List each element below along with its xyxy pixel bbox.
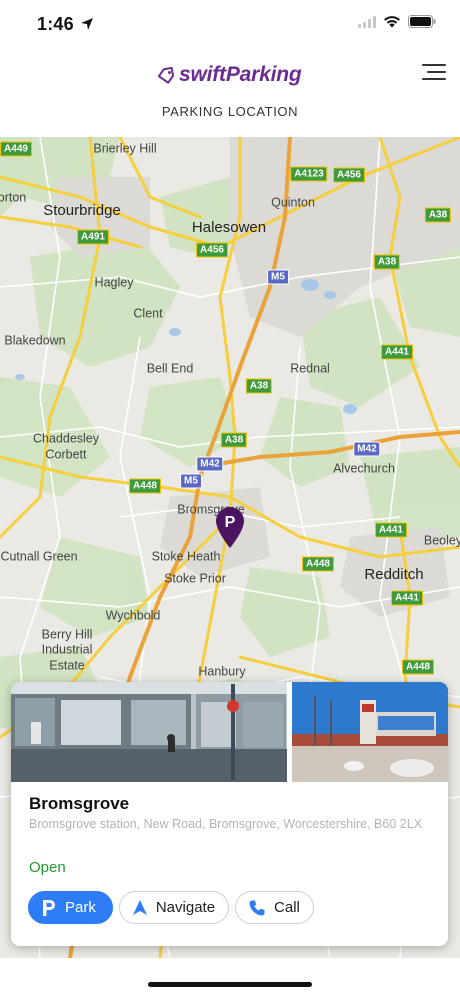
- app-header: swiftParking PARKING LOCATION: [0, 50, 460, 137]
- road-shield: A441: [381, 344, 413, 360]
- place-label: Chaddesley: [32, 431, 100, 446]
- menu-line: [422, 64, 446, 66]
- logo-swift: swift: [179, 63, 226, 86]
- call-button[interactable]: Call: [235, 891, 314, 924]
- place-label: Brierley Hill: [93, 141, 157, 156]
- place-label: Berry Hill: [41, 627, 93, 642]
- place-label: Wychbold: [105, 608, 161, 623]
- place-label: Corbett: [45, 447, 87, 462]
- place-label: Redditch: [364, 566, 424, 583]
- page-title: PARKING LOCATION: [161, 104, 299, 119]
- wifi-icon: [384, 16, 400, 28]
- road-shield: A448: [402, 659, 434, 675]
- road-shield: A38: [373, 254, 401, 270]
- status-time: 1:46: [37, 14, 74, 34]
- menu-line: [427, 71, 446, 73]
- parking-pin-icon[interactable]: P: [214, 505, 246, 549]
- place-label: Bell End: [146, 361, 194, 376]
- place-label: Rednal: [290, 361, 330, 376]
- place-label: Stoke Prior: [164, 571, 226, 586]
- road-shield: M42: [353, 441, 381, 457]
- road-shield: M5: [180, 473, 202, 489]
- road-shield: A38: [424, 207, 452, 223]
- road-shield: A38: [220, 432, 248, 448]
- place-label: orton: [0, 190, 27, 205]
- place-label: Alvechurch: [333, 461, 395, 476]
- location-title: Bromsgrove: [29, 794, 130, 813]
- status-indicators: [358, 15, 436, 28]
- road-shield: A449: [0, 141, 32, 157]
- road-shield: A448: [129, 478, 161, 494]
- road-shield: M5: [267, 269, 289, 285]
- cellular-signal-icon: [358, 15, 376, 28]
- station-exterior-photo[interactable]: [292, 682, 448, 782]
- action-buttons: Park Navigate Call: [28, 891, 314, 924]
- road-shield: A456: [196, 242, 228, 258]
- call-label: Call: [274, 899, 300, 916]
- place-label: Industrial: [41, 642, 93, 657]
- place-label: Halesowen: [191, 219, 267, 236]
- app-logo: swiftParking: [156, 58, 302, 92]
- battery-icon: [408, 15, 436, 28]
- place-label: Stoke Heath: [151, 549, 221, 564]
- navigate-label: Navigate: [155, 899, 216, 916]
- road-shield: M42: [196, 456, 224, 472]
- location-photos: [11, 682, 448, 782]
- location-card[interactable]: Bromsgrove Bromsgrove station, New Road,…: [11, 682, 448, 946]
- place-label: Cutnall Green: [0, 549, 78, 564]
- logo-text: swiftParking: [179, 63, 302, 87]
- road-shield: A441: [391, 590, 423, 606]
- parking-p-icon: [43, 899, 55, 916]
- station-photo[interactable]: [11, 682, 287, 782]
- tag-logo-icon: [157, 66, 175, 84]
- place-label: Hagley: [94, 275, 134, 290]
- place-label: Stourbridge: [43, 202, 121, 219]
- navigate-button[interactable]: Navigate: [118, 891, 230, 924]
- place-label: Hanbury: [198, 664, 246, 679]
- park-button[interactable]: Park: [28, 891, 113, 924]
- road-shield: A38: [245, 378, 273, 394]
- road-shield: A441: [375, 522, 407, 538]
- menu-button[interactable]: [422, 64, 446, 84]
- place-label: Estate: [49, 658, 85, 673]
- svg-text:P: P: [225, 514, 236, 531]
- menu-line: [422, 78, 446, 80]
- navigation-arrow-icon: [132, 900, 147, 915]
- road-shield: A4123: [290, 166, 328, 182]
- status-bar: 1:46: [0, 0, 460, 50]
- logo-parking: Parking: [225, 63, 302, 86]
- road-shield: A456: [333, 167, 365, 183]
- open-status: Open: [29, 859, 66, 876]
- place-label: Clent: [133, 306, 163, 321]
- park-label: Park: [65, 899, 96, 916]
- location-address: Bromsgrove station, New Road, Bromsgrove…: [29, 817, 422, 831]
- home-indicator: [148, 982, 312, 987]
- place-label: Quinton: [271, 195, 315, 210]
- road-shield: A491: [77, 229, 109, 245]
- location-arrow-icon: [81, 18, 93, 30]
- phone-icon: [249, 900, 265, 915]
- place-label: Blakedown: [4, 333, 66, 348]
- place-label: Beoley: [423, 533, 460, 548]
- road-shield: A448: [302, 556, 334, 572]
